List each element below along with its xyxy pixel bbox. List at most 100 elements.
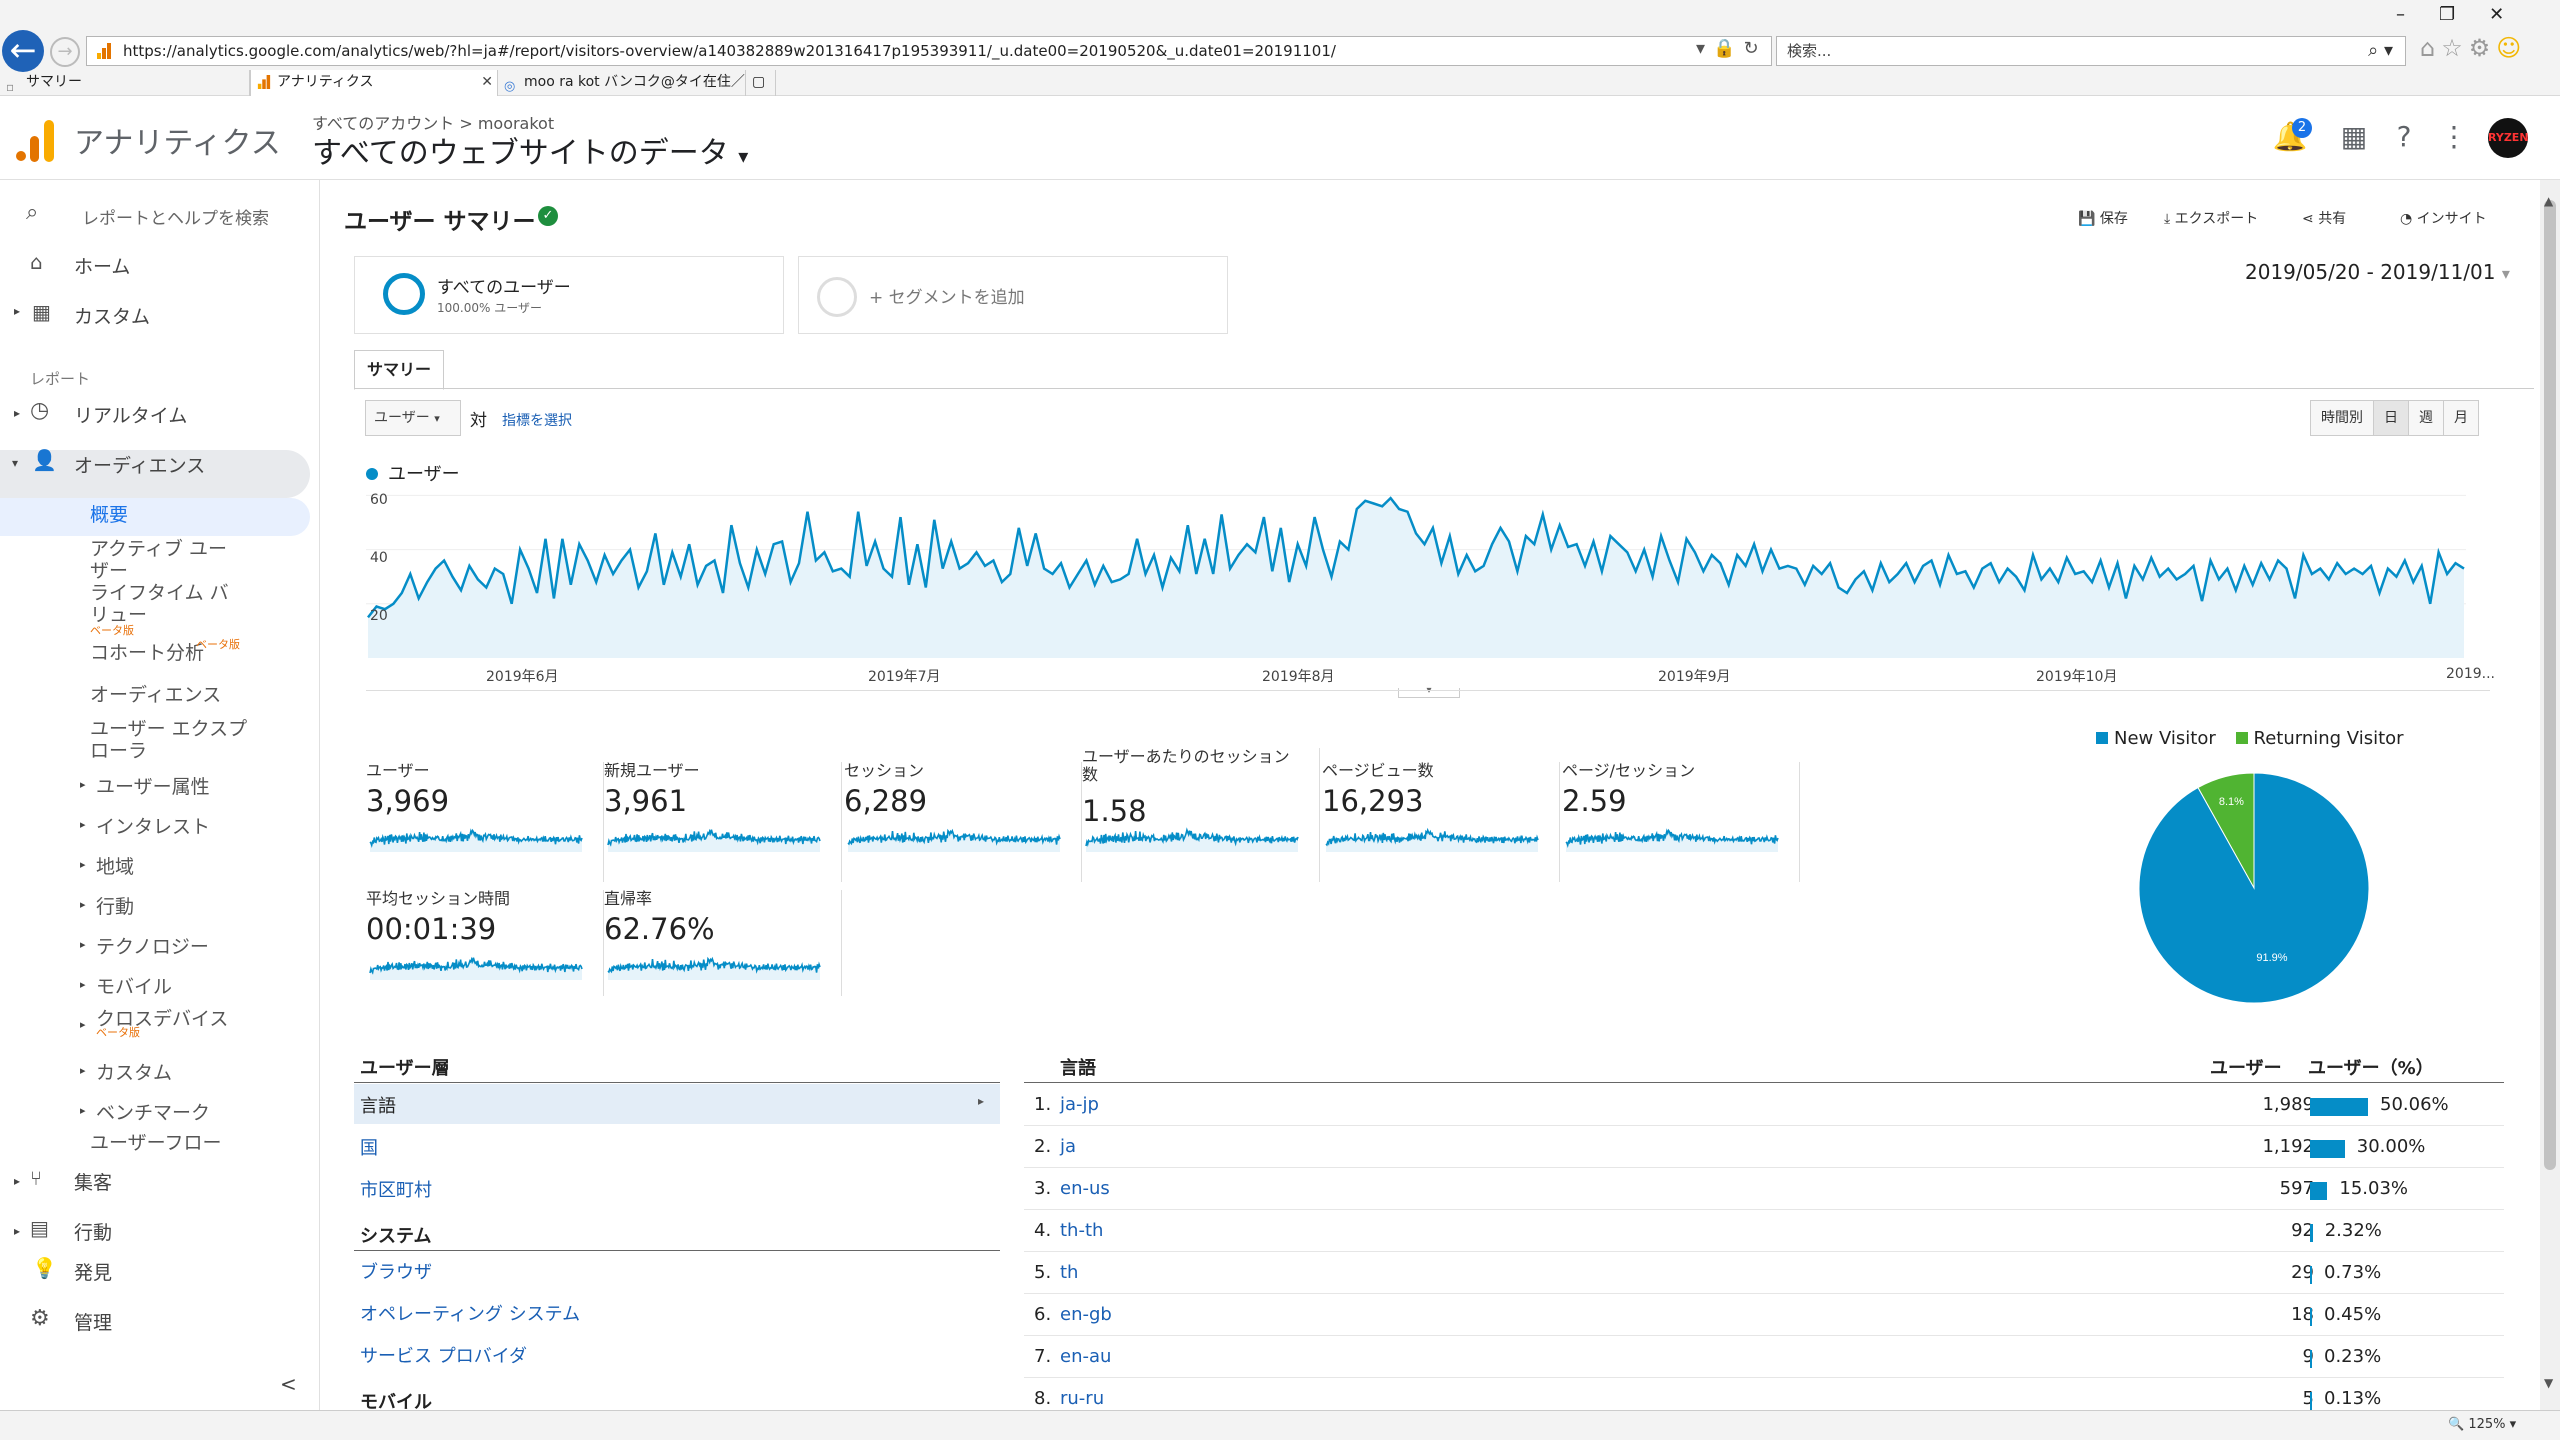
scroll-up-icon[interactable]: ▲ bbox=[2544, 194, 2553, 208]
tab-summary[interactable]: ▫ サマリー bbox=[0, 70, 250, 96]
legend-label[interactable]: New Visitor bbox=[2114, 728, 2216, 749]
sidebar-item-mobile[interactable]: モバイル bbox=[96, 972, 172, 999]
expand-arrow-icon[interactable]: ▸ bbox=[80, 778, 86, 791]
search-icon[interactable]: ⌕ bbox=[26, 200, 38, 225]
scorecard[interactable]: ページ/セッション 2.59 bbox=[1562, 762, 1800, 882]
tab-blog[interactable]: ◎ moo ra kot バンコク@タイ在住／... bbox=[498, 70, 746, 96]
scorecard[interactable]: 平均セッション時間 00:01:39 bbox=[366, 890, 604, 996]
sidebar-item-overview[interactable]: 概要 bbox=[90, 500, 128, 527]
dim-language[interactable]: 言語 bbox=[360, 1092, 396, 1118]
back-arrow-icon[interactable]: ← bbox=[2, 30, 44, 72]
pie-slice-new-visitor[interactable] bbox=[2138, 772, 2370, 1004]
granularity-hourly[interactable]: 時間別 bbox=[2311, 401, 2374, 435]
close-window-icon[interactable]: ✕ bbox=[2489, 4, 2538, 25]
restore-icon[interactable]: ❐ bbox=[2439, 4, 2489, 25]
dim-isp[interactable]: サービス プロバイダ bbox=[360, 1342, 527, 1368]
sidebar-item-demographics[interactable]: ユーザー属性 bbox=[96, 772, 210, 799]
insights-button[interactable]: ◔ インサイト bbox=[2400, 208, 2487, 228]
granularity-day[interactable]: 日 bbox=[2374, 401, 2409, 435]
row-language-link[interactable]: th bbox=[1060, 1262, 1078, 1283]
scorecard[interactable]: ユーザーあたりのセッション数 1.58 bbox=[1082, 748, 1320, 882]
dim-city[interactable]: 市区町村 bbox=[360, 1176, 432, 1202]
export-button[interactable]: ⤓ エクスポート bbox=[2164, 208, 2258, 228]
sidebar-item-behavior[interactable]: 行動 bbox=[74, 1218, 112, 1245]
sidebar-search[interactable]: レポートとヘルプを検索 bbox=[82, 204, 269, 229]
scorecard[interactable]: セッション 6,289 bbox=[844, 762, 1082, 882]
sidebar-item-active-users[interactable]: アクティブ ユーザー bbox=[90, 538, 230, 582]
sidebar-item-audience[interactable]: オーディエンス bbox=[74, 451, 205, 478]
row-language-link[interactable]: ja bbox=[1060, 1136, 1076, 1157]
dim-os[interactable]: オペレーティング システム bbox=[360, 1300, 580, 1326]
select-metric-link[interactable]: 指標を選択 bbox=[502, 410, 572, 430]
close-tab-icon[interactable]: ✕ bbox=[481, 70, 493, 94]
avatar[interactable]: RYZEN bbox=[2488, 118, 2529, 158]
expand-arrow-icon[interactable]: ▸ bbox=[80, 938, 86, 951]
gear-icon[interactable]: ⚙ bbox=[2469, 34, 2497, 62]
tab-analytics[interactable]: アナリティクス ✕ bbox=[250, 70, 498, 96]
expand-arrow-icon[interactable]: ▸ bbox=[80, 1064, 86, 1077]
sidebar-item-home[interactable]: ホーム bbox=[74, 252, 130, 279]
metric-dropdown[interactable]: ユーザー ▾ bbox=[365, 400, 461, 436]
more-vert-icon[interactable]: ⋮ bbox=[2434, 120, 2474, 153]
expand-arrow-icon[interactable]: ▸ bbox=[14, 1224, 20, 1238]
expand-arrow-icon[interactable]: ▸ bbox=[80, 818, 86, 831]
sidebar-item-users-flow[interactable]: ユーザーフロー bbox=[90, 1128, 221, 1155]
sidebar-item-benchmarking[interactable]: ベンチマーク bbox=[96, 1098, 210, 1125]
segment-all-users[interactable]: すべてのユーザー 100.00% ユーザー bbox=[354, 256, 784, 334]
sidebar-item-behavior-sub[interactable]: 行動 bbox=[96, 892, 134, 919]
sidebar-item-audiences[interactable]: オーディエンス bbox=[90, 680, 221, 707]
scorecard[interactable]: ユーザー 3,969 bbox=[366, 762, 604, 882]
dim-browser[interactable]: ブラウザ bbox=[360, 1258, 432, 1284]
save-button[interactable]: 💾 保存 bbox=[2078, 208, 2128, 228]
forward-arrow-icon[interactable]: → bbox=[50, 37, 80, 67]
share-button[interactable]: ⋖ 共有 bbox=[2302, 208, 2346, 228]
refresh-icon[interactable]: ↻ bbox=[1743, 38, 1766, 59]
sidebar-item-admin[interactable]: 管理 bbox=[74, 1308, 112, 1335]
address-bar[interactable]: https://analytics.google.com/analytics/w… bbox=[86, 36, 1772, 66]
sidebar-item-acquisition[interactable]: 集客 bbox=[74, 1168, 112, 1195]
dim-country[interactable]: 国 bbox=[360, 1134, 378, 1160]
new-tab-button[interactable]: ▢ bbox=[746, 70, 776, 96]
star-icon[interactable]: ☆ bbox=[2441, 34, 2469, 62]
view-selector[interactable]: すべてのウェブサイトのデータ ▾ bbox=[312, 128, 748, 172]
scrollbar-thumb[interactable] bbox=[2544, 200, 2556, 1170]
expand-arrow-icon[interactable]: ▸ bbox=[14, 304, 20, 318]
date-range-picker[interactable]: 2019/05/20 - 2019/11/01 ▾ bbox=[2245, 260, 2510, 284]
collapse-sidebar-icon[interactable]: < bbox=[280, 1372, 297, 1396]
add-segment-button[interactable]: + セグメントを追加 bbox=[798, 256, 1228, 334]
smiley-icon[interactable]: ☺ bbox=[2496, 34, 2527, 62]
collapse-arrow-icon[interactable]: ▾ bbox=[12, 456, 18, 470]
expand-arrow-icon[interactable]: ▸ bbox=[80, 978, 86, 991]
expand-arrow-icon[interactable]: ▸ bbox=[14, 1174, 20, 1188]
granularity-week[interactable]: 週 bbox=[2409, 401, 2444, 435]
expand-arrow-icon[interactable]: ▸ bbox=[14, 406, 20, 420]
sidebar-item-lifetime-value[interactable]: ライフタイム バリュー bbox=[90, 582, 240, 626]
sidebar-item-interests[interactable]: インタレスト bbox=[96, 812, 210, 839]
sidebar-item-discover[interactable]: 発見 bbox=[74, 1258, 112, 1285]
row-language-link[interactable]: en-gb bbox=[1060, 1304, 1112, 1325]
browser-search-input[interactable]: 検索... ⌕ ▾ bbox=[1776, 36, 2406, 66]
scorecard[interactable]: 直帰率 62.76% bbox=[604, 890, 842, 996]
scorecard[interactable]: 新規ユーザー 3,961 bbox=[604, 762, 842, 882]
granularity-month[interactable]: 月 bbox=[2444, 401, 2478, 435]
sidebar-item-user-explorer[interactable]: ユーザー エクスプローラ bbox=[90, 718, 250, 762]
expand-arrow-icon[interactable]: ▸ bbox=[80, 1018, 86, 1031]
sidebar-item-cohort[interactable]: コホート分析 bbox=[90, 638, 204, 665]
legend-label[interactable]: Returning Visitor bbox=[2254, 728, 2404, 749]
apps-grid-icon[interactable]: ▦ bbox=[2334, 120, 2374, 153]
search-icon[interactable]: ⌕ ▾ bbox=[2368, 37, 2393, 65]
scorecard[interactable]: ページビュー数 16,293 bbox=[1322, 762, 1560, 882]
home-icon[interactable]: ⌂ bbox=[2420, 34, 2441, 62]
row-language-link[interactable]: th-th bbox=[1060, 1220, 1103, 1241]
tab-summary[interactable]: サマリー bbox=[354, 350, 444, 390]
expand-arrow-icon[interactable]: ▸ bbox=[80, 1104, 86, 1117]
zoom-control[interactable]: 🔍 125% ▾ bbox=[2448, 1417, 2516, 1432]
minimize-icon[interactable]: – bbox=[2396, 4, 2439, 25]
sidebar-item-custom[interactable]: カスタム bbox=[74, 302, 150, 329]
expand-arrow-icon[interactable]: ▸ bbox=[80, 858, 86, 871]
expand-arrow-icon[interactable]: ▸ bbox=[80, 898, 86, 911]
sidebar-item-geo[interactable]: 地域 bbox=[96, 852, 134, 879]
help-icon[interactable]: ? bbox=[2384, 120, 2424, 153]
row-language-link[interactable]: en-au bbox=[1060, 1346, 1111, 1367]
row-language-link[interactable]: ru-ru bbox=[1060, 1388, 1104, 1409]
